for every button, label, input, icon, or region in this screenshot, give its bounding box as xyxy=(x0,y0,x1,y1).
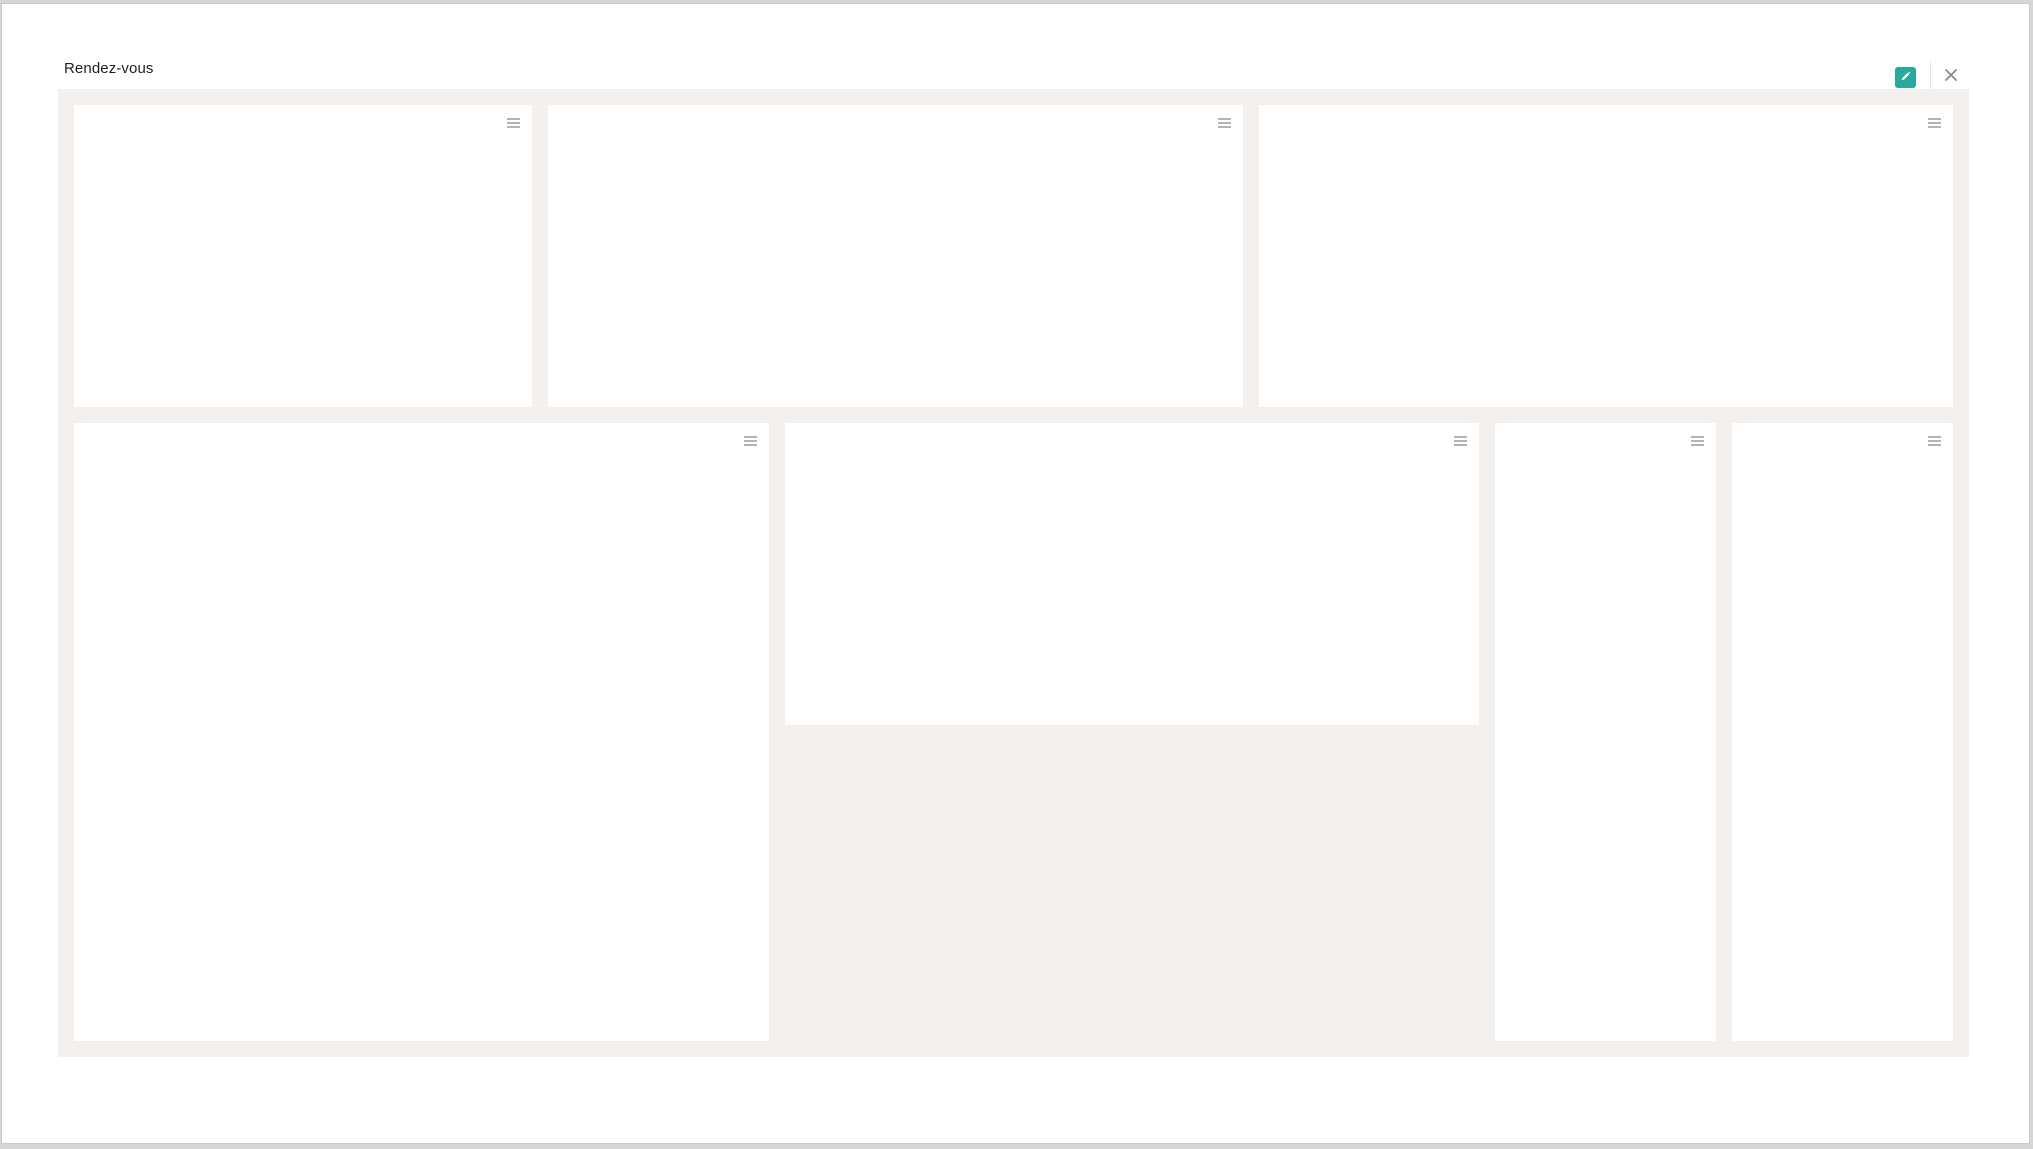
tile-menu-button[interactable] xyxy=(1215,115,1233,133)
hamburger-menu-icon xyxy=(506,115,520,133)
close-button[interactable] xyxy=(1940,66,1962,88)
hamburger-menu-icon xyxy=(1927,115,1941,133)
close-icon xyxy=(1945,68,1957,86)
tile-menu-button[interactable] xyxy=(741,433,759,451)
dashboard-tile xyxy=(74,423,769,1041)
hamburger-menu-icon xyxy=(743,433,757,451)
dashboard-tile xyxy=(74,105,532,407)
dialog-title: Rendez-vous xyxy=(64,60,154,77)
edit-button[interactable] xyxy=(1895,67,1916,88)
hamburger-menu-icon xyxy=(1690,433,1704,451)
tile-menu-button[interactable] xyxy=(504,115,522,133)
tile-menu-button[interactable] xyxy=(1688,433,1706,451)
dashboard-tile xyxy=(1259,105,1953,407)
hamburger-menu-icon xyxy=(1217,115,1231,133)
tile-menu-button[interactable] xyxy=(1925,115,1943,133)
dashboard-tile xyxy=(548,105,1243,407)
header-divider xyxy=(1930,62,1931,92)
dashboard-tile xyxy=(785,423,1479,725)
dashboard-tile xyxy=(1495,423,1716,1041)
tile-menu-button[interactable] xyxy=(1451,433,1469,451)
pencil-icon xyxy=(1900,69,1911,87)
dashboard-tile xyxy=(1732,423,1953,1041)
hamburger-menu-icon xyxy=(1927,433,1941,451)
hamburger-menu-icon xyxy=(1453,433,1467,451)
tile-menu-button[interactable] xyxy=(1925,433,1943,451)
